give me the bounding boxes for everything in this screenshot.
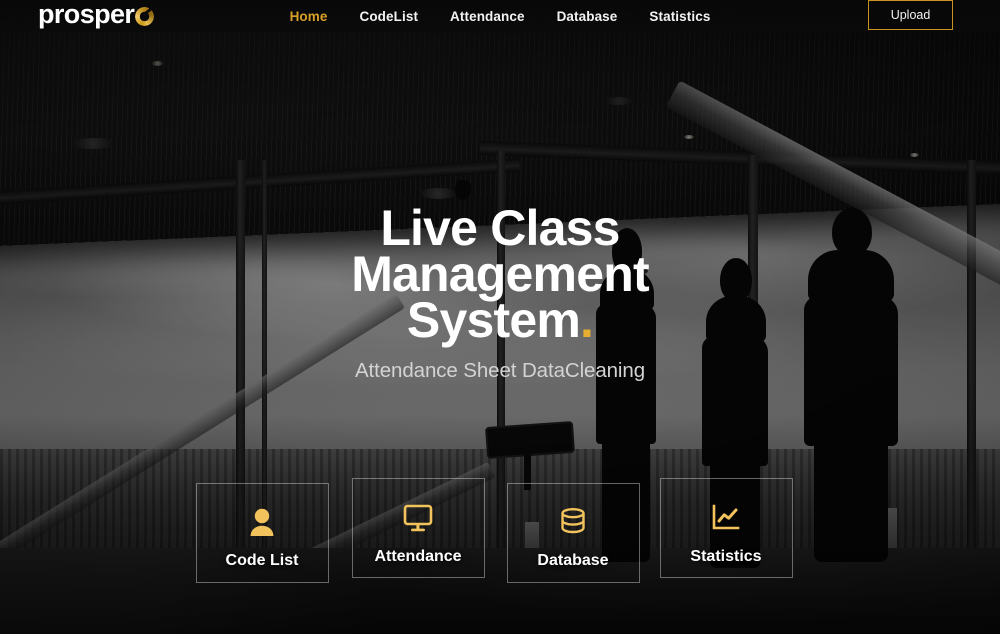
upload-button[interactable]: Upload (868, 0, 953, 30)
nav-link-home[interactable]: Home (290, 9, 328, 24)
chart-line-icon (711, 498, 741, 532)
landing-page: prosper Home CodeList Attendance Databas… (0, 0, 1000, 634)
nav-link-statistics[interactable]: Statistics (649, 9, 710, 24)
feature-card-label: Code List (225, 552, 299, 569)
feature-card-code-list[interactable]: Code List (182, 494, 342, 604)
user-icon (249, 502, 275, 536)
nav-link-codelist[interactable]: CodeList (359, 9, 418, 24)
feature-card-attendance[interactable]: Attendance (338, 490, 498, 600)
monitor-icon (403, 498, 433, 532)
nav-link-database[interactable]: Database (557, 9, 618, 24)
feature-card-label: Statistics (690, 548, 762, 565)
feature-card-label: Database (537, 552, 609, 569)
nav-link-attendance[interactable]: Attendance (450, 9, 525, 24)
nav-links: Home CodeList Attendance Database Statis… (0, 0, 1000, 32)
database-icon (560, 502, 586, 536)
feature-card-label: Attendance (374, 548, 462, 565)
feature-card-statistics[interactable]: Statistics (646, 490, 806, 600)
feature-cards: Code List Attendance Database Statistics (0, 0, 1000, 634)
feature-card-database[interactable]: Database (493, 494, 653, 604)
top-navigation-bar: prosper Home CodeList Attendance Databas… (0, 0, 1000, 32)
